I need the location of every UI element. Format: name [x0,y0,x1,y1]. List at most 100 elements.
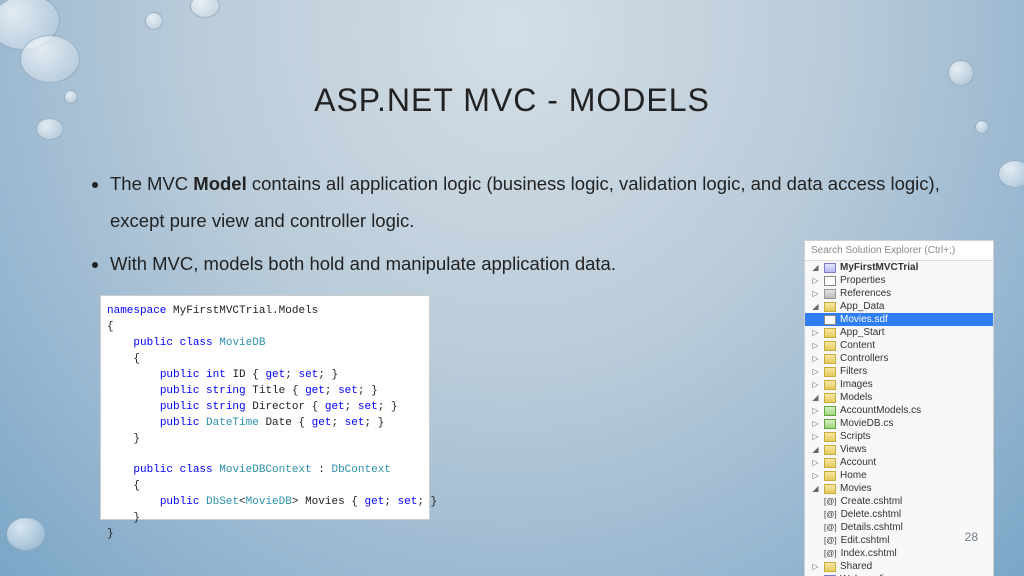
tree-label: MovieDB.cs [840,418,893,429]
type-name: DbContext [331,464,390,476]
kw-public: public [160,385,200,397]
tree-label: Filters [840,366,867,377]
kw-public: public [160,401,200,413]
code-text: ; [285,369,298,381]
tree-label: Properties [840,275,886,286]
tree-label: Home [840,470,867,481]
tree-item[interactable]: [@]Delete.cshtml [805,508,993,521]
tree-item[interactable]: ▷AccountModels.cs [805,404,993,417]
tree-label: Scripts [840,431,871,442]
tree-item[interactable]: ▷Scripts [805,430,993,443]
tree-label: Edit.cshtml [841,535,890,546]
type-name: MovieDBContext [219,464,311,476]
decor-bubble [20,35,80,83]
folder-icon [824,432,836,442]
tree-item[interactable]: ▷References [805,287,993,300]
code-text: ; } [417,496,437,508]
page-number: 28 [965,530,978,544]
tree-item[interactable]: ▷Home [805,469,993,482]
tree-item[interactable]: ▷Account [805,456,993,469]
tree-item-selected[interactable]: Movies.sdf [805,313,993,326]
code-text: Date { [259,417,312,429]
code-text: ; } [378,401,398,413]
tree-label: App_Start [840,327,884,338]
tree-item[interactable]: ▷Content [805,339,993,352]
tree-label: Models [840,392,872,403]
folder-icon [824,393,836,403]
code-text: Movies { [298,496,364,508]
kw-get: get [312,417,332,429]
tree-item[interactable]: ▷Shared [805,560,993,573]
kw-set: set [398,496,418,508]
tree-item[interactable]: [@]Index.cshtml [805,547,993,560]
kw-namespace: namespace [107,305,166,317]
folder-icon [824,458,836,468]
kw-class: class [180,464,213,476]
decor-bubble [975,120,989,134]
references-icon [824,289,836,299]
tree-item[interactable]: ▷Filters [805,365,993,378]
code-text: Director { [246,401,325,413]
folder-icon [824,354,836,364]
tree-item-project[interactable]: ◢MyFirstMVCTrial [805,261,993,274]
solution-search-input[interactable]: Search Solution Explorer (Ctrl+;) [805,241,993,261]
tree-item[interactable]: ▷Properties [805,274,993,287]
code-text: ; [331,417,344,429]
type-name: DateTime [206,417,259,429]
folder-icon [824,380,836,390]
kw-public: public [160,369,200,381]
tree-label: Account [840,457,876,468]
tree-item[interactable]: ▷App_Start [805,326,993,339]
tree-item[interactable]: ◢Views [805,443,993,456]
project-icon [824,263,836,273]
decor-bubble [998,160,1024,188]
kw-set: set [358,401,378,413]
tree-item[interactable]: ◢Models [805,391,993,404]
tree-item[interactable]: ▷Controllers [805,352,993,365]
tree-label: Images [840,379,873,390]
tree-item[interactable]: ◢App_Data [805,300,993,313]
kw-public: public [160,417,200,429]
tree-item[interactable]: ▷Images [805,378,993,391]
folder-icon [824,341,836,351]
kw-public: public [160,496,200,508]
type-name: DbSet [206,496,239,508]
tree-item[interactable]: [@]Create.cshtml [805,495,993,508]
code-text: ; [384,496,397,508]
kw-set: set [338,385,358,397]
code-text: < [239,496,246,508]
code-text: ; [345,401,358,413]
folder-icon [824,471,836,481]
tree-label: Content [840,340,875,351]
kw-get: get [305,385,325,397]
tree-label: Create.cshtml [841,496,903,507]
folder-icon [824,484,836,494]
kw-string: string [206,385,246,397]
tree-label: Shared [840,561,872,572]
code-text: Title { [246,385,305,397]
type-name: MovieDB [246,496,292,508]
kw-public: public [133,337,173,349]
tree-label: Delete.cshtml [841,509,902,520]
solution-explorer: Search Solution Explorer (Ctrl+;) ◢MyFir… [804,240,994,576]
decor-bubble [6,517,46,551]
text: The MVC [110,173,193,194]
decor-bubble [145,12,163,30]
kw-get: get [365,496,385,508]
tree-item[interactable]: ◢Movies [805,482,993,495]
tree-item[interactable]: ▷MovieDB.cs [805,417,993,430]
tree-label: Movies.sdf [840,314,888,325]
tree-label: AccountModels.cs [840,405,921,416]
tree-label: Details.cshtml [841,522,903,533]
kw-class: class [180,337,213,349]
csharp-icon [824,419,836,429]
type-name: MovieDB [219,337,265,349]
code-text: ; } [358,385,378,397]
code-text: MyFirstMVCTrial.Models [166,305,318,317]
kw-string: string [206,401,246,413]
kw-public: public [133,464,173,476]
code-text: ; } [318,369,338,381]
tree-label: References [840,288,891,299]
wrench-icon [824,276,836,286]
tree-label: App_Data [840,301,884,312]
